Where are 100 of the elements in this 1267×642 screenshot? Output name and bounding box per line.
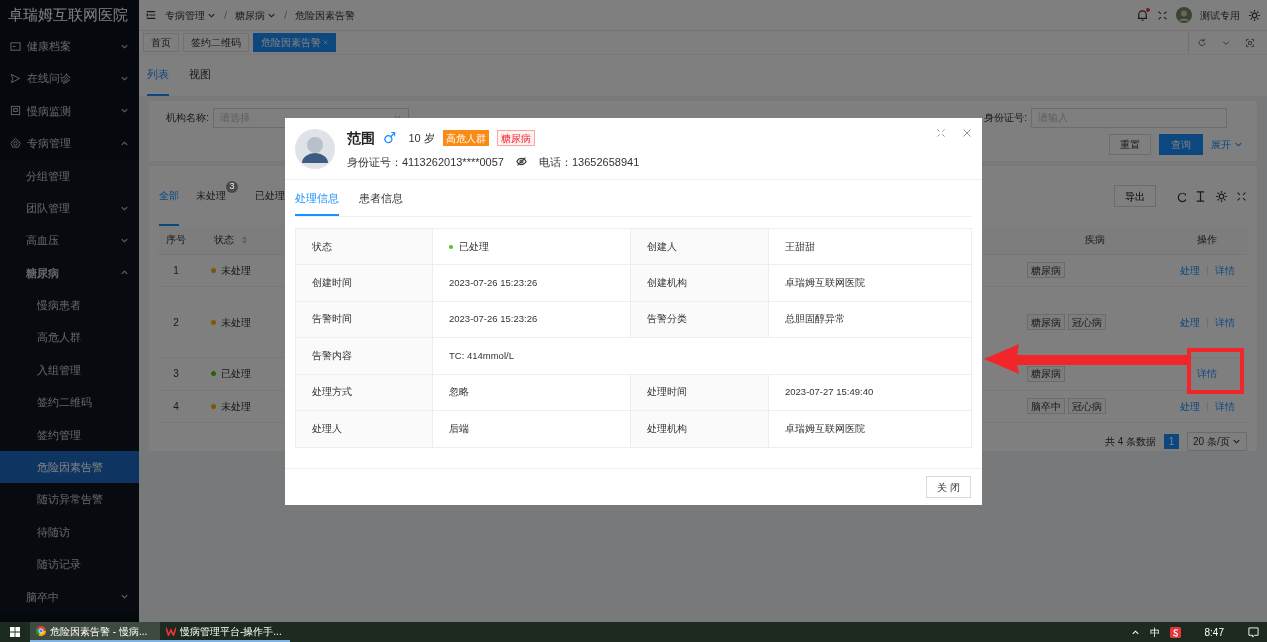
breadcrumb-item[interactable]: 糖尿病: [235, 7, 277, 23]
search-button[interactable]: 查询: [1159, 133, 1203, 155]
clock: 8:47: [1204, 625, 1224, 640]
action-link[interactable]: 处理: [1179, 262, 1200, 278]
table-cell-text: 3: [172, 367, 180, 382]
action-link[interactable]: 详情: [1214, 314, 1235, 330]
notification-bell[interactable]: [1136, 8, 1149, 22]
action-link[interactable]: 处理: [1179, 398, 1200, 414]
table-cell-text: 2: [172, 315, 180, 330]
detail-value: 已处理: [459, 239, 489, 254]
chevron-up-icon: [1130, 627, 1140, 637]
status-text: 未处理: [220, 263, 251, 278]
action-link[interactable]: 详情: [1214, 262, 1235, 278]
detail-value: 后端: [449, 422, 469, 436]
send-icon: [10, 73, 21, 85]
export-button[interactable]: 导出: [1114, 185, 1156, 207]
status-text: 未处理: [220, 315, 251, 330]
document-app-icon: [166, 626, 176, 636]
reset-button[interactable]: 重置: [1109, 133, 1151, 155]
detail-value: 王甜甜: [785, 239, 815, 254]
disease-tag: 脑卒中: [1027, 398, 1065, 415]
fullscreen-icon[interactable]: [1236, 190, 1247, 202]
page-tab[interactable]: 危险因素告警: [253, 33, 336, 52]
bell-icon: [1136, 8, 1149, 22]
fullscreen-icon[interactable]: [936, 128, 946, 138]
view-tab[interactable]: 列表: [147, 65, 169, 96]
detail-label: 告警内容: [296, 338, 433, 374]
disease-tag: 冠心病: [1068, 398, 1106, 415]
id-card-icon: [10, 40, 21, 52]
column-header[interactable]: 状态: [193, 232, 268, 248]
patient-tag: 糖尿病: [496, 130, 535, 147]
taskbar-app[interactable]: 慢病管理平台-操作手...: [160, 622, 290, 642]
status-tab[interactable]: 已处理: [255, 166, 285, 226]
expand-icon[interactable]: [1245, 37, 1255, 48]
status-text: 已处理: [220, 367, 251, 382]
breadcrumb-item[interactable]: 危险因素告警: [295, 7, 356, 23]
sidebar-item[interactable]: 慢病监测: [0, 94, 139, 128]
monitor-icon: [10, 105, 21, 117]
table-cell-text: 1: [172, 263, 180, 278]
notification-icon[interactable]: [1248, 626, 1259, 638]
view-tab[interactable]: 视图: [189, 65, 211, 96]
status-tab[interactable]: 未处理: [196, 166, 226, 226]
filter-label: 机构名称:: [166, 111, 209, 125]
breadcrumb-item[interactable]: 专病管理: [165, 7, 216, 23]
highlight-frame: [1187, 348, 1244, 394]
detail-label: 告警时间: [296, 301, 433, 338]
action-link[interactable]: 详情: [1214, 398, 1235, 414]
column-header: 序号: [165, 233, 187, 248]
breadcrumb-separator: /: [284, 7, 288, 23]
dialog-tab[interactable]: 患者信息: [359, 191, 403, 216]
column-header: 操作: [1196, 233, 1218, 248]
sidebar-item[interactable]: 专病管理: [0, 127, 139, 160]
detail-value: 总胆固醇异常: [785, 312, 845, 327]
taskbar-app[interactable]: 危险因素告警 - 慢病...: [30, 622, 160, 642]
page-tab[interactable]: 签约二维码: [183, 33, 249, 52]
disease-tag: 糖尿病: [1027, 262, 1065, 279]
detail-label: 创建机构: [631, 265, 769, 301]
breadcrumb-separator: /: [224, 7, 228, 23]
close-button[interactable]: 关 闭: [926, 476, 971, 498]
detail-label: 告警分类: [631, 301, 769, 338]
count-badge: 3: [226, 181, 238, 193]
eye-off-icon[interactable]: [515, 156, 527, 168]
phone-number: 电话：13652658941: [538, 154, 640, 170]
fullscreen-icon[interactable]: [1157, 9, 1168, 21]
browser-icon: [36, 626, 46, 636]
patient-age: 10 岁: [408, 131, 435, 146]
detail-label: 处理机构: [631, 410, 769, 448]
close-icon[interactable]: [962, 128, 972, 138]
avatar-icon: [295, 128, 335, 169]
refresh-icon[interactable]: [1197, 37, 1207, 48]
expand-button[interactable]: 展开: [1211, 136, 1243, 152]
detail-label: 创建人: [631, 229, 769, 265]
page-size-select[interactable]: 20 条/页: [1187, 432, 1247, 451]
windows-icon[interactable]: [10, 627, 20, 637]
sidebar-item[interactable]: 危险因素告警: [0, 451, 139, 484]
user-name[interactable]: 测试专用: [1200, 7, 1240, 23]
chevron-up-icon: [120, 138, 129, 148]
avatar-icon[interactable]: [1176, 7, 1192, 23]
table-cell-text: 4: [172, 399, 180, 414]
action-link[interactable]: 详情: [1197, 366, 1217, 382]
sidebar-item[interactable]: 健康档案: [0, 30, 139, 63]
settings-icon[interactable]: [1215, 189, 1228, 203]
sogou-icon[interactable]: [1169, 626, 1181, 638]
dialog-tab[interactable]: 处理信息: [295, 191, 339, 216]
menu-icon[interactable]: [145, 9, 157, 21]
line-height-icon[interactable]: [1194, 189, 1207, 203]
detail-value: 2023-07-26 15:23:26: [449, 312, 538, 327]
total-count: 共 4 条数据: [1104, 435, 1156, 449]
action-link[interactable]: 处理: [1179, 314, 1200, 330]
settings-icon[interactable]: [1248, 8, 1261, 22]
input-method[interactable]: 中: [1149, 624, 1160, 640]
page-number[interactable]: 1: [1164, 434, 1179, 449]
page-tab[interactable]: 首页: [143, 33, 179, 52]
sidebar-item[interactable]: 在线问诊: [0, 62, 139, 95]
gender-symbol: ♂: [383, 128, 397, 149]
detail-value: 卓瑞姆互联网医院: [785, 422, 865, 436]
detail-value: TC: 414mmol/L: [449, 348, 514, 363]
detail-value: 卓瑞姆互联网医院: [785, 275, 865, 290]
disease-tag: 糖尿病: [1027, 314, 1065, 331]
app-title: 卓瑞姆互联网医院: [7, 4, 129, 25]
